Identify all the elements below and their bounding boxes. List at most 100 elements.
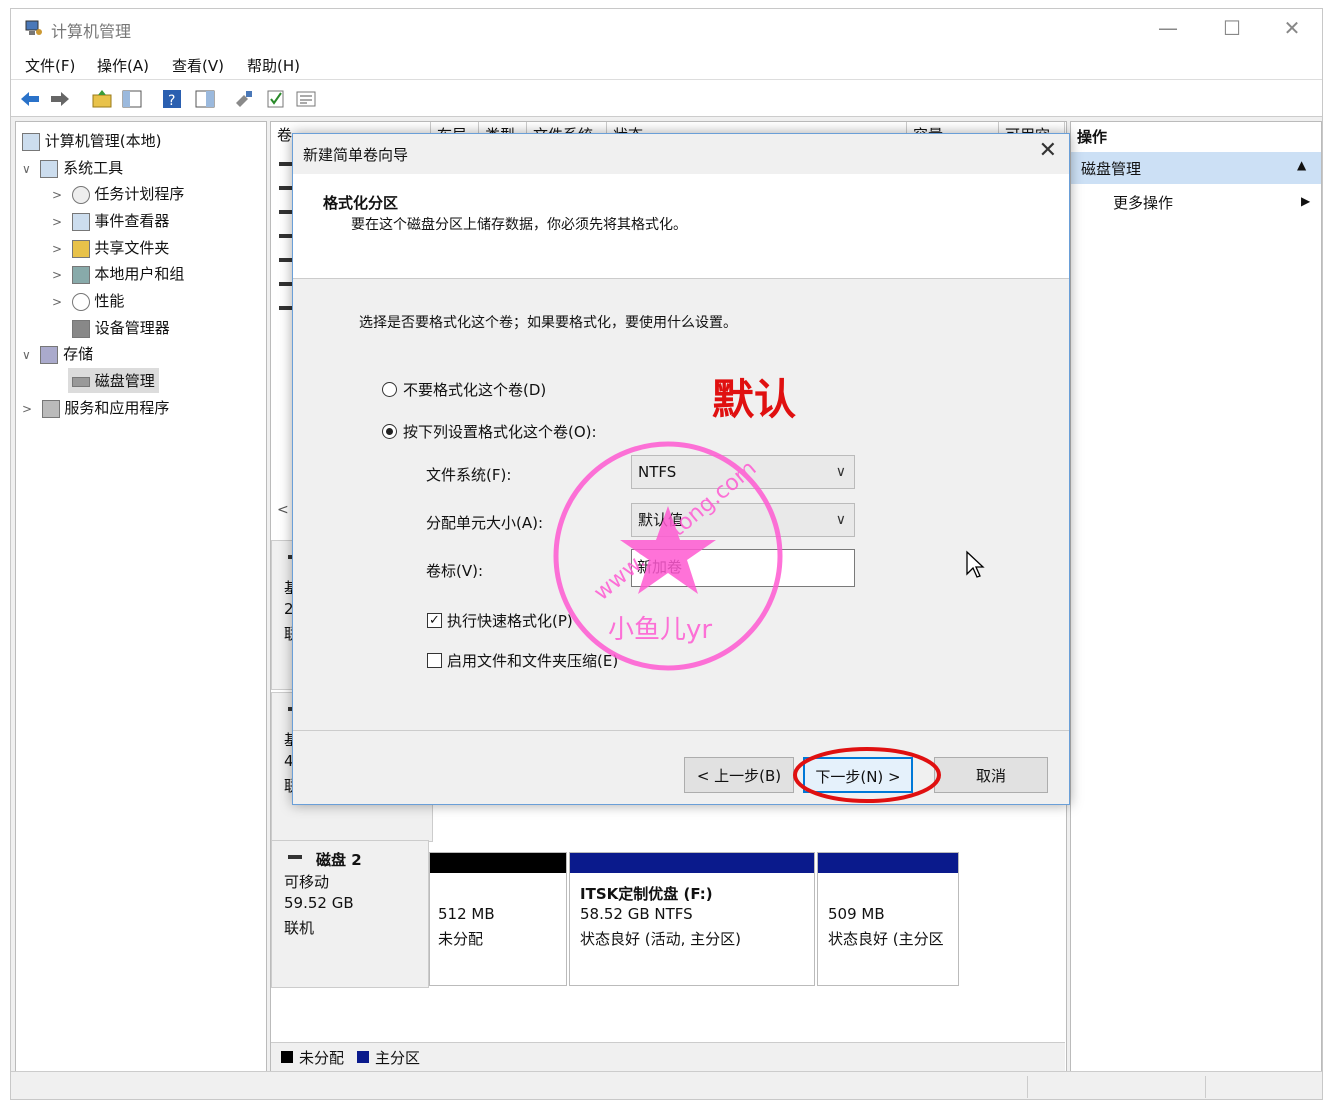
volume-row-icon	[279, 306, 293, 310]
highlight-ellipse	[793, 747, 941, 803]
legend-unallocated: 未分配	[299, 1049, 345, 1067]
legend-primary: 主分区	[375, 1049, 421, 1067]
forward-arrow-icon[interactable]	[49, 88, 71, 110]
tree-system-tools[interactable]: ∨ 系统工具	[22, 157, 123, 178]
computer-management-icon	[25, 20, 42, 35]
tools-icon	[40, 159, 59, 178]
storage-icon	[40, 345, 59, 364]
annotation-default-text: 默认	[712, 375, 797, 424]
more-actions-item[interactable]: 更多操作	[1113, 192, 1173, 213]
tree-device-manager[interactable]: 设备管理器	[72, 317, 170, 338]
disk-name: 磁盘 2	[316, 851, 362, 869]
tree-event-viewer[interactable]: > 事件查看器	[52, 210, 169, 231]
removable-disk-info[interactable]: 磁盘 2 可移动 59.52 GB 联机	[271, 840, 429, 988]
partition-size: 58.52 GB NTFS	[580, 905, 693, 923]
volume-row-icon	[279, 186, 293, 190]
partition-509mb[interactable]: 509 MB 状态良好 (主分区	[817, 852, 959, 986]
check-icon[interactable]	[265, 88, 287, 110]
tree-task-scheduler[interactable]: > 任务计划程序	[52, 183, 184, 204]
navigation-tree: 计算机管理(本地) ∨ 系统工具 > 任务计划程序 > 事件查看器 > 共享文件…	[15, 121, 267, 1073]
up-folder-icon[interactable]	[91, 88, 113, 110]
unallocated-swatch	[281, 1051, 293, 1063]
partition-status: 状态良好 (主分区	[828, 930, 944, 948]
legend-bar: 未分配 主分区	[271, 1042, 1065, 1071]
allocation-size-label: 分配单元大小(A):	[426, 514, 544, 532]
partition-itsk-f[interactable]: ITSK定制优盘 (F:) 58.52 GB NTFS 状态良好 (活动, 主分…	[569, 852, 815, 986]
services-icon	[41, 399, 60, 418]
chevron-down-icon[interactable]: ∨	[22, 162, 31, 176]
event-viewer-icon	[71, 212, 90, 231]
tree-storage[interactable]: ∨ 存储	[22, 343, 93, 364]
back-arrow-icon[interactable]	[19, 88, 41, 110]
chevron-right-icon[interactable]: >	[52, 268, 62, 282]
volume-row-icon	[279, 234, 293, 238]
chevron-down-icon[interactable]: ∨	[22, 348, 31, 362]
shared-folder-icon	[71, 239, 90, 258]
collapse-arrow-icon[interactable]: ▲	[1297, 158, 1306, 172]
maximize-button[interactable]: ☐	[1217, 13, 1247, 43]
wizard-heading: 格式化分区	[323, 194, 399, 212]
volume-row-icon	[279, 258, 293, 262]
dialog-close-icon[interactable]: ✕	[1039, 138, 1057, 163]
close-button[interactable]: ✕	[1277, 13, 1307, 43]
tree-performance[interactable]: > 性能	[52, 290, 124, 311]
disk-icon	[288, 855, 302, 859]
scroll-left-arrow[interactable]: <	[277, 502, 289, 518]
svg-text:小鱼儿yr: 小鱼儿yr	[608, 615, 712, 645]
radio-format[interactable]	[382, 424, 397, 439]
mouse-cursor-icon	[966, 550, 985, 578]
chevron-right-icon[interactable]: >	[52, 295, 62, 309]
disk-management-icon	[72, 376, 90, 387]
partition-unallocated[interactable]: 512 MB 未分配	[429, 852, 567, 986]
menu-view[interactable]: 查看(V)	[172, 55, 224, 76]
radio-no-format-label: 不要格式化这个卷(D)	[403, 381, 547, 399]
quick-format-checkbox[interactable]: ✓	[427, 613, 442, 628]
cancel-button[interactable]: 取消	[934, 757, 1048, 793]
tree-local-users[interactable]: > 本地用户和组	[52, 263, 184, 284]
radio-no-format[interactable]	[382, 382, 397, 397]
chevron-right-icon[interactable]: >	[52, 188, 62, 202]
disk-size: 59.52 GB	[284, 894, 354, 912]
list-settings-icon[interactable]	[295, 88, 317, 110]
volume-row-icon	[279, 162, 293, 166]
connect-icon[interactable]	[233, 88, 255, 110]
menu-help[interactable]: 帮助(H)	[247, 55, 300, 76]
submenu-arrow-icon[interactable]: ▶	[1301, 194, 1310, 208]
disk-status: 联机	[284, 919, 315, 937]
section-label: 磁盘管理	[1081, 160, 1142, 178]
menu-action[interactable]: 操作(A)	[97, 55, 149, 76]
partition-size: 512 MB	[438, 905, 495, 923]
tree-root[interactable]: 计算机管理(本地)	[22, 130, 162, 151]
status-divider	[1205, 1076, 1206, 1098]
wizard-subheading: 要在这个磁盘分区上储存数据，你必须先将其格式化。	[351, 217, 687, 233]
chevron-down-icon: ∨	[835, 464, 846, 480]
title-bar: 计算机管理 — ☐ ✕	[11, 9, 1322, 49]
primary-swatch	[357, 1051, 369, 1063]
tree-disk-management[interactable]: 磁盘管理	[68, 368, 159, 393]
toolbar: ?	[11, 80, 1322, 117]
minimize-button[interactable]: —	[1153, 13, 1183, 43]
properties-pane-icon[interactable]	[194, 88, 216, 110]
volume-label-label: 卷标(V):	[426, 562, 484, 580]
chevron-right-icon[interactable]: >	[52, 242, 62, 256]
watermark-seal: 小鱼儿yr www.yrxitong.com	[553, 441, 783, 671]
back-button[interactable]: < 上一步(B)	[684, 757, 794, 793]
partition-size: 509 MB	[828, 905, 885, 923]
chevron-right-icon[interactable]: >	[52, 215, 62, 229]
window-title: 计算机管理	[51, 22, 132, 41]
tree-shared-folders[interactable]: > 共享文件夹	[52, 237, 169, 258]
menu-file[interactable]: 文件(F)	[25, 55, 75, 76]
actions-pane: 操作 磁盘管理 ▲ 更多操作 ▶	[1070, 121, 1322, 1073]
performance-icon	[71, 292, 90, 311]
help-icon[interactable]: ?	[161, 88, 183, 110]
show-hide-tree-icon[interactable]	[121, 88, 143, 110]
disk-type: 可移动	[284, 873, 330, 891]
tree-services-apps[interactable]: > 服务和应用程序	[22, 397, 169, 418]
filesystem-label: 文件系统(F):	[426, 466, 512, 484]
actions-section-disk-management[interactable]: 磁盘管理 ▲	[1071, 152, 1321, 184]
compression-checkbox[interactable]	[427, 653, 442, 668]
chevron-right-icon[interactable]: >	[22, 402, 32, 416]
menu-bar: 文件(F) 操作(A) 查看(V) 帮助(H)	[11, 49, 1322, 80]
clock-icon	[71, 185, 90, 204]
status-divider	[1027, 1076, 1028, 1098]
